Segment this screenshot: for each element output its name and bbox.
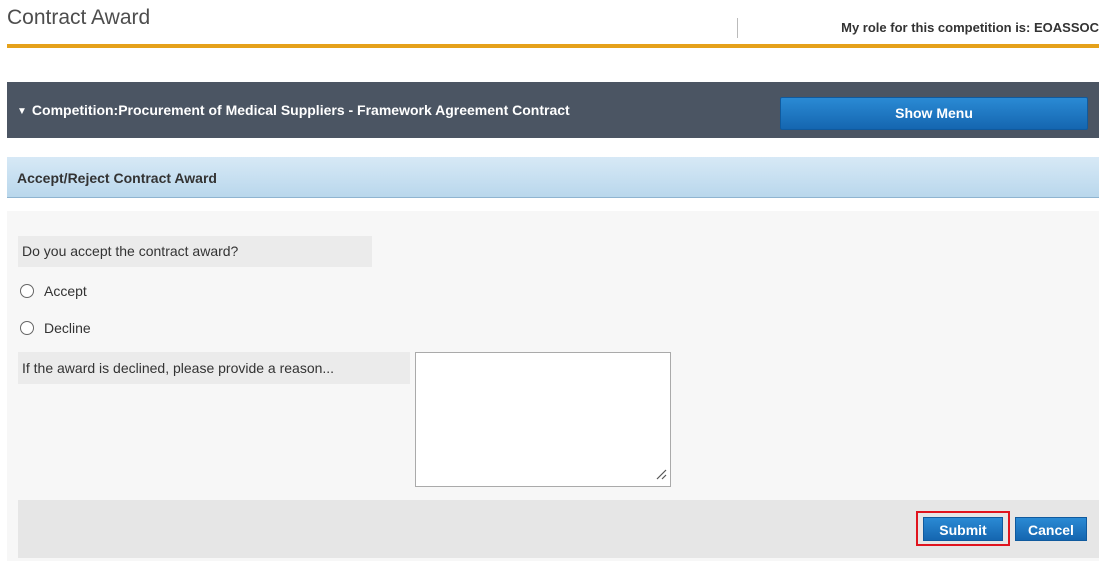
accept-radio-label: Accept bbox=[44, 283, 87, 299]
page-header: Contract Award My role for this competit… bbox=[0, 0, 1099, 48]
cancel-button[interactable]: Cancel bbox=[1015, 517, 1087, 541]
header-accent-line bbox=[7, 44, 1099, 48]
accept-radio[interactable] bbox=[20, 284, 34, 298]
competition-toggle[interactable]: ▼ Competition:Procurement of Medical Supp… bbox=[17, 102, 570, 118]
section-header: Accept/Reject Contract Award bbox=[7, 157, 1099, 198]
chevron-down-icon: ▼ bbox=[17, 106, 27, 117]
contract-award-form: Do you accept the contract award? Accept… bbox=[7, 211, 1099, 561]
section-title: Accept/Reject Contract Award bbox=[17, 170, 217, 186]
header-divider bbox=[737, 18, 738, 38]
decline-radio[interactable] bbox=[20, 321, 34, 335]
submit-button[interactable]: Submit bbox=[923, 517, 1003, 541]
reason-label: If the award is declined, please provide… bbox=[18, 352, 410, 384]
accept-option[interactable]: Accept bbox=[20, 281, 87, 301]
page-title: Contract Award bbox=[7, 6, 151, 29]
decline-reason-textarea[interactable] bbox=[415, 352, 671, 487]
competition-bar: ▼ Competition:Procurement of Medical Supp… bbox=[7, 82, 1099, 138]
role-indicator: My role for this competition is: EOASSOC bbox=[841, 20, 1099, 35]
form-actions-bar: Submit Cancel bbox=[18, 500, 1099, 558]
decline-option[interactable]: Decline bbox=[20, 318, 91, 338]
decline-radio-label: Decline bbox=[44, 320, 91, 336]
show-menu-button[interactable]: Show Menu bbox=[780, 97, 1088, 130]
resize-grip-icon[interactable] bbox=[655, 468, 667, 480]
competition-title: Competition:Procurement of Medical Suppl… bbox=[31, 102, 570, 118]
accept-question-label: Do you accept the contract award? bbox=[18, 236, 372, 267]
